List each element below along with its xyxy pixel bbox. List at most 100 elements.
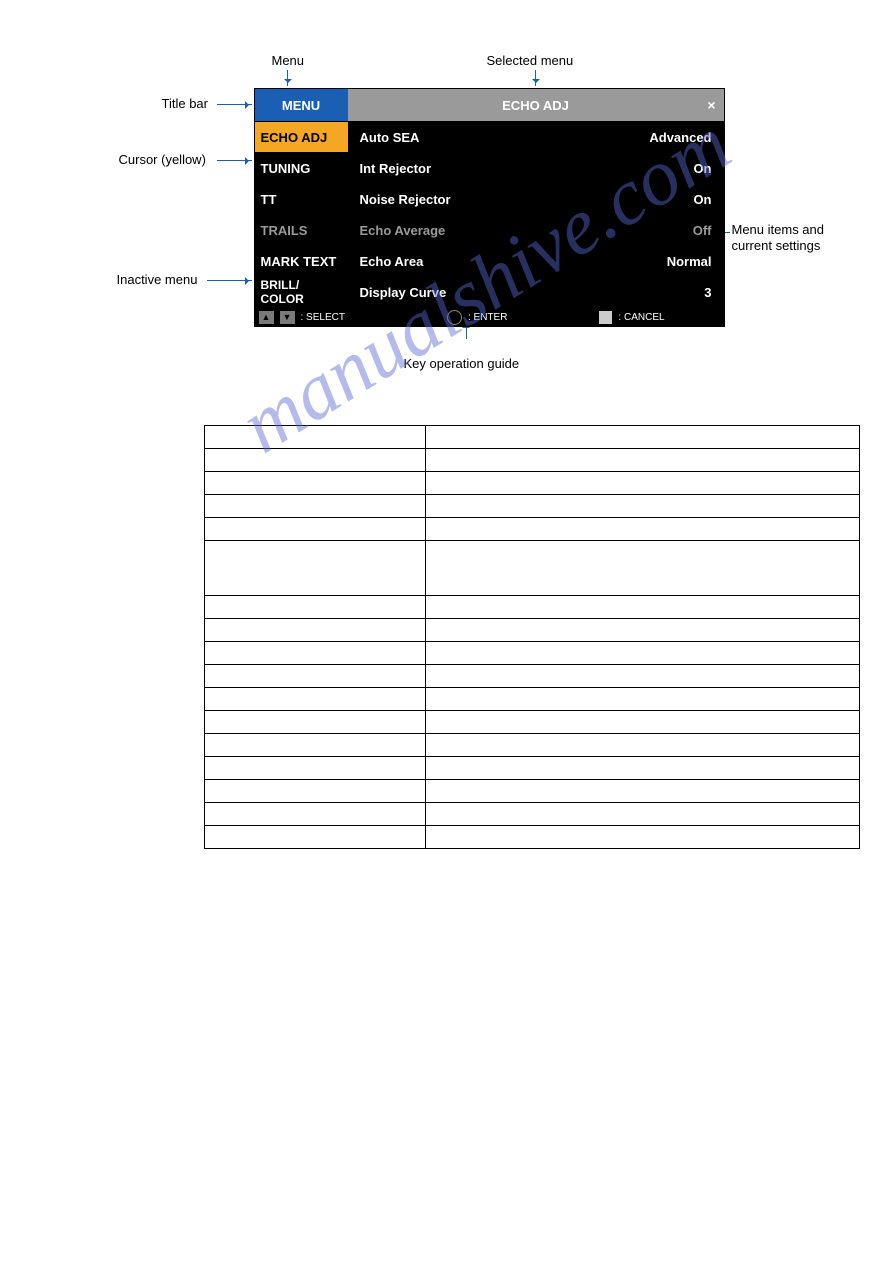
table-cell-desc: Set various markers. Note: This menu is … xyxy=(426,541,860,596)
table-cell-menu: UNIT SETTING xyxy=(205,757,426,780)
label-menu-items: Menu items and current settings xyxy=(732,222,852,254)
table-cell-menu: OWN SHIP INFO xyxy=(205,711,426,734)
submenu-item-value: Off xyxy=(693,223,712,238)
table-header-menu: Main menu xyxy=(205,426,426,449)
main-menu-item[interactable]: ECHO ADJ xyxy=(255,121,348,152)
table-cell-menu: TRAILS xyxy=(205,518,426,541)
key-operation-guide: ▲ ▼ : SELECT : ENTER : CANCEL xyxy=(255,307,724,326)
table-cell-menu: CURSOR xyxy=(205,734,426,757)
guide-select: : SELECT xyxy=(301,312,345,323)
table-cell-desc: Set the AIS function. xyxy=(426,642,860,665)
main-menu-item[interactable]: MARK TEXT xyxy=(255,245,348,276)
section-title: Main menu description xyxy=(204,404,857,421)
main-menu-description-table: Main menu Description ECHO ADJAdjust the… xyxy=(204,425,860,849)
submenu-item-name: Display Curve xyxy=(360,285,447,300)
table-cell-desc: Set the cursor. xyxy=(426,734,860,757)
table-cell-desc: Set the nav data. xyxy=(426,665,860,688)
arrow-inactive-menu xyxy=(207,280,252,281)
submenu-item-value: Normal xyxy=(667,254,712,269)
label-inactive-menu: Inactive menu xyxy=(117,272,198,287)
table-cell-desc: Set the brilliance and color. xyxy=(426,596,860,619)
table-header-desc: Description xyxy=(426,426,860,449)
title-bar: MENU ECHO ADJ × xyxy=(255,89,724,121)
main-menu-item[interactable]: TRAILS xyxy=(255,214,348,245)
close-icon[interactable]: × xyxy=(707,97,715,113)
arrow-menu-down xyxy=(287,70,288,86)
submenu-row[interactable]: Int Rejector On xyxy=(348,152,724,183)
table-row: NAVLINE WPTSet the nav data. xyxy=(205,665,860,688)
table-row: TUNINGTune the receiver. xyxy=(205,472,860,495)
table-cell-desc: Set the TT (Target Tracking) function. xyxy=(426,495,860,518)
table-body: ECHO ADJAdjust the radar echo.TUNINGTune… xyxy=(205,449,860,849)
table-row: TRAILSSet the trails. xyxy=(205,518,860,541)
table-row: SHORTCUT MENURegister the shortcut menus… xyxy=(205,826,860,849)
guide-cancel: : CANCEL xyxy=(618,312,664,323)
table-cell-menu: ALARM xyxy=(205,619,426,642)
menu-tab[interactable]: MENU xyxy=(255,89,348,121)
table-row: BRILL/COLORSet the brilliance and color. xyxy=(205,596,860,619)
submenu-item-value: On xyxy=(693,161,711,176)
arrow-selected-menu-down xyxy=(535,70,536,86)
table-cell-menu: TT xyxy=(205,495,426,518)
submenu-row[interactable]: Display Curve 3 xyxy=(348,276,724,307)
table-row: OTHER SHIP INFOSet the other ship inform… xyxy=(205,688,860,711)
submenu-row[interactable]: Noise Rejector On xyxy=(348,183,724,214)
guide-enter: : ENTER xyxy=(468,312,507,323)
submenu-item-name: Int Rejector xyxy=(360,161,432,176)
table-cell-desc: Register the shortcut menus (see section… xyxy=(426,826,860,849)
table-cell-desc: Set the various units. xyxy=(426,757,860,780)
table-row: SYSTEMSet the system-related items. xyxy=(205,780,860,803)
label-selected-menu: Selected menu xyxy=(487,53,574,68)
table-row: OWN SHIP INFOSet the own ship informatio… xyxy=(205,711,860,734)
table-row: CURSORSet the cursor. xyxy=(205,734,860,757)
table-cell-desc: Set the other ship information display. xyxy=(426,688,860,711)
table-row: UNIT SETTINGSet the various units. xyxy=(205,757,860,780)
table-cell-desc: Perform various tests (self test, LCD te… xyxy=(426,803,860,826)
table-row: ECHO ADJAdjust the radar echo. xyxy=(205,449,860,472)
selected-menu-title: ECHO ADJ xyxy=(502,98,569,113)
label-cursor-yellow: Cursor (yellow) xyxy=(119,152,206,167)
table-cell-desc: Set the trails. xyxy=(426,518,860,541)
submenu-list: Auto SEAAdvancedInt RejectorOnNoise Reje… xyxy=(348,121,724,307)
submenu-row[interactable]: Echo AverageOff xyxy=(348,214,724,245)
selected-menu-tab: ECHO ADJ × xyxy=(348,89,724,121)
table-cell-desc: Set the system-related items. xyxy=(426,780,860,803)
table-cell-desc: Tune the receiver. xyxy=(426,472,860,495)
main-menu-item[interactable]: BRILL/ COLOR xyxy=(255,276,348,307)
table-header-row: Main menu Description xyxy=(205,426,860,449)
table-row: TTSet the TT (Target Tracking) function. xyxy=(205,495,860,518)
main-menu-item[interactable]: TUNING xyxy=(255,152,348,183)
menu-figure: Menu Selected menu Title bar Cursor (yel… xyxy=(37,40,857,380)
label-title-bar: Title bar xyxy=(162,96,208,111)
arrow-title-bar xyxy=(217,104,252,105)
table-cell-menu: MARK TEXT xyxy=(205,541,426,596)
submenu-item-name: Noise Rejector xyxy=(360,192,451,207)
submenu-item-name: Auto SEA xyxy=(360,130,420,145)
cancel-key-icon xyxy=(599,311,612,324)
table-cell-menu: NAVLINE WPT xyxy=(205,665,426,688)
table-cell-menu: TUNING xyxy=(205,472,426,495)
table-row: AISSet the AIS function. xyxy=(205,642,860,665)
table-cell-menu: AIS xyxy=(205,642,426,665)
submenu-item-value: On xyxy=(693,192,711,207)
table-cell-menu: OTHER SHIP INFO xyxy=(205,688,426,711)
table-cell-desc: Set the own ship information display. xyxy=(426,711,860,734)
main-menu-list: ECHO ADJTUNINGTTTRAILSMARK TEXTBRILL/ CO… xyxy=(255,121,348,307)
up-key-icon: ▲ xyxy=(259,311,274,324)
submenu-item-name: Echo Area xyxy=(360,254,424,269)
table-row: TESTPerform various tests (self test, LC… xyxy=(205,803,860,826)
submenu-row[interactable]: Echo Area Normal xyxy=(348,245,724,276)
arrow-cursor-yellow xyxy=(217,160,252,161)
enter-key-icon xyxy=(447,310,462,325)
table-cell-menu: BRILL/COLOR xyxy=(205,596,426,619)
submenu-row[interactable]: Auto SEAAdvanced xyxy=(348,121,724,152)
table-row: MARK TEXTSet various markers. Note: This… xyxy=(205,541,860,596)
label-menu: Menu xyxy=(272,53,305,68)
main-menu-item[interactable]: TT xyxy=(255,183,348,214)
table-cell-desc: Set various alarms. xyxy=(426,619,860,642)
table-cell-menu: TEST xyxy=(205,803,426,826)
table-row: ALARMSet various alarms. xyxy=(205,619,860,642)
submenu-item-value: 3 xyxy=(704,285,711,300)
down-key-icon: ▼ xyxy=(280,311,295,324)
table-cell-menu: ECHO ADJ xyxy=(205,449,426,472)
